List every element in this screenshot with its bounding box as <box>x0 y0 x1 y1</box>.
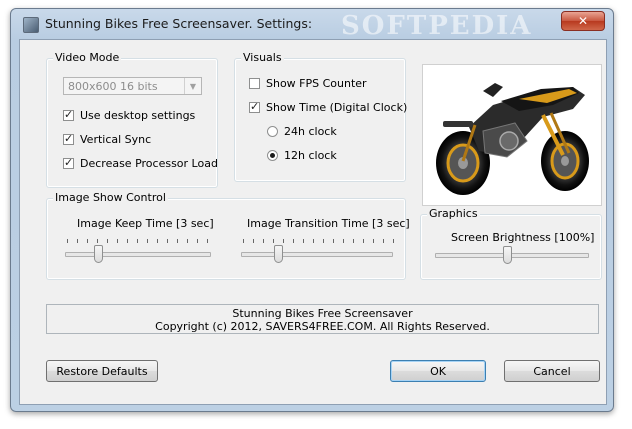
title-bar[interactable]: Stunning Bikes Free Screensaver. Setting… <box>11 9 613 41</box>
time-label: Show Time (Digital Clock) <box>266 101 408 114</box>
keep-time-track[interactable] <box>65 252 211 257</box>
keep-time-slider-thumb[interactable] <box>94 245 103 263</box>
vsync-checkbox[interactable] <box>63 132 74 145</box>
about-copyright: Copyright (c) 2012, SAVERS4FREE.COM. All… <box>155 320 490 333</box>
ok-button[interactable]: OK <box>390 360 486 382</box>
motorcycle-image <box>422 64 602 206</box>
brightness-slider-thumb[interactable] <box>503 246 512 264</box>
motorcycle-illustration <box>436 83 589 195</box>
fps-checkbox-row[interactable]: Show FPS Counter <box>249 77 367 90</box>
video-mode-title: Video Mode <box>53 51 122 64</box>
keep-time-label: Image Keep Time [3 sec] <box>77 217 214 230</box>
cancel-button[interactable]: Cancel <box>504 360 600 382</box>
transition-time-slider-thumb[interactable] <box>274 245 283 263</box>
resolution-value: 800x600 16 bits <box>68 80 158 93</box>
video-mode-group: Video Mode 800x600 16 bits ▼ Use desktop… <box>46 51 218 188</box>
clock-12h-radio[interactable] <box>267 150 278 161</box>
softpedia-watermark: SOFTPEDIA <box>341 11 533 41</box>
use-desktop-label: Use desktop settings <box>80 109 196 122</box>
clock-24h-radio[interactable] <box>267 126 278 137</box>
graphics-group: Graphics Screen Brightness [100%] <box>420 207 602 280</box>
brightness-label: Screen Brightness [100%] <box>451 231 595 244</box>
about-panel: Stunning Bikes Free Screensaver Copyrigh… <box>46 304 599 334</box>
fps-label: Show FPS Counter <box>266 77 367 90</box>
fps-checkbox[interactable] <box>249 78 260 89</box>
clock-12h-label: 12h clock <box>284 149 337 162</box>
use-desktop-checkbox-row[interactable]: Use desktop settings <box>63 108 196 122</box>
time-checkbox[interactable] <box>249 100 260 113</box>
keep-time-ticks <box>67 239 208 244</box>
time-checkbox-row[interactable]: Show Time (Digital Clock) <box>249 100 408 114</box>
visuals-group: Visuals Show FPS Counter Show Time (Digi… <box>234 51 408 182</box>
transition-time-track[interactable] <box>241 252 393 257</box>
close-button[interactable]: ✕ <box>561 11 605 31</box>
vsync-label: Vertical Sync <box>80 133 152 146</box>
clock-24h-radio-row[interactable]: 24h clock <box>267 125 337 138</box>
close-icon: ✕ <box>577 14 589 28</box>
app-icon <box>23 17 39 33</box>
image-show-control-group: Image Show Control Image Keep Time [3 se… <box>46 191 410 280</box>
transition-time-label: Image Transition Time [3 sec] <box>247 217 410 230</box>
window-title: Stunning Bikes Free Screensaver. Setting… <box>45 16 313 31</box>
clock-24h-label: 24h clock <box>284 125 337 138</box>
decrease-load-label: Decrease Processor Load <box>80 157 218 170</box>
chevron-down-icon[interactable]: ▼ <box>184 78 201 94</box>
visuals-title: Visuals <box>241 51 284 64</box>
graphics-title: Graphics <box>427 207 480 220</box>
use-desktop-checkbox[interactable] <box>63 108 74 121</box>
decrease-load-checkbox[interactable] <box>63 156 74 169</box>
vsync-checkbox-row[interactable]: Vertical Sync <box>63 132 152 146</box>
restore-defaults-button[interactable]: Restore Defaults <box>46 360 158 382</box>
about-title: Stunning Bikes Free Screensaver <box>232 307 413 320</box>
clock-12h-radio-row[interactable]: 12h clock <box>267 149 337 162</box>
dialog-client-area: Video Mode 800x600 16 bits ▼ Use desktop… <box>19 39 607 405</box>
brightness-track[interactable] <box>435 253 589 258</box>
resolution-select[interactable]: 800x600 16 bits ▼ <box>63 77 202 95</box>
decrease-load-checkbox-row[interactable]: Decrease Processor Load <box>63 156 218 170</box>
image-show-control-title: Image Show Control <box>53 191 168 204</box>
settings-window: Stunning Bikes Free Screensaver. Setting… <box>10 8 614 412</box>
transition-time-ticks <box>243 239 394 244</box>
